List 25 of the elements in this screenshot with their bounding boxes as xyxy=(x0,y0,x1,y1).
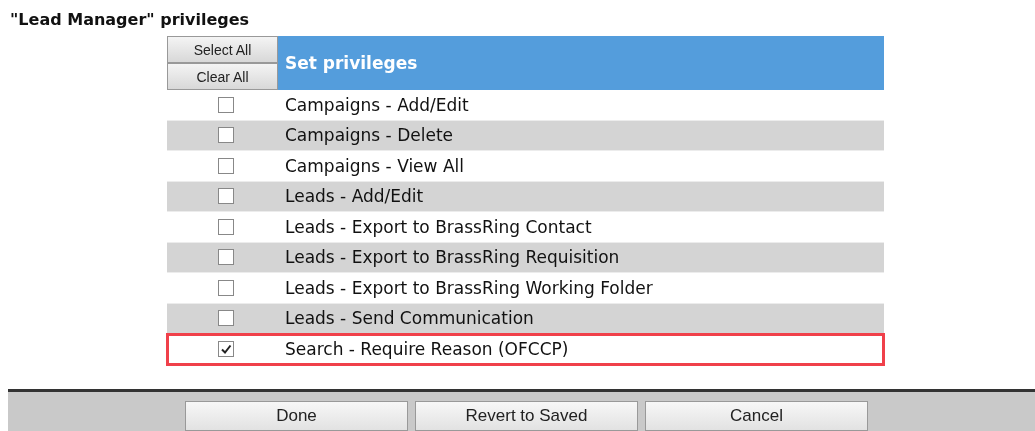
privilege-label: Leads - Export to BrassRing Working Folder xyxy=(285,277,653,298)
privilege-label: Leads - Send Communication xyxy=(285,308,534,329)
privilege-label: Campaigns - Add/Edit xyxy=(285,94,469,115)
privilege-label: Leads - Export to BrassRing Requisition xyxy=(285,247,620,268)
checkbox[interactable] xyxy=(218,218,234,235)
checkbox[interactable] xyxy=(218,340,234,357)
checkbox[interactable] xyxy=(218,157,234,174)
checkbox[interactable] xyxy=(218,188,234,205)
privilege-label: Search - Require Reason (OFCCP) xyxy=(285,338,569,359)
header-text: Set privileges xyxy=(285,53,418,73)
checkbox[interactable] xyxy=(218,127,234,144)
privilege-label: Campaigns - View All xyxy=(285,155,464,176)
privilege-label: Leads - Add/Edit xyxy=(285,186,424,207)
privilege-label: Campaigns - Delete xyxy=(285,125,453,146)
checkbox[interactable] xyxy=(218,279,234,296)
checkbox[interactable] xyxy=(218,96,234,113)
select-all-button[interactable]: Select All xyxy=(167,36,278,63)
revert-button[interactable]: Revert to Saved xyxy=(415,401,638,431)
cancel-button[interactable]: Cancel xyxy=(645,401,868,431)
checkbox[interactable] xyxy=(218,249,234,266)
clear-all-button[interactable]: Clear All xyxy=(167,63,278,90)
checkbox[interactable] xyxy=(218,310,234,327)
page-title: "Lead Manager" privileges xyxy=(9,9,251,31)
privilege-label: Leads - Export to BrassRing Contact xyxy=(285,216,592,237)
done-button[interactable]: Done xyxy=(185,401,408,431)
